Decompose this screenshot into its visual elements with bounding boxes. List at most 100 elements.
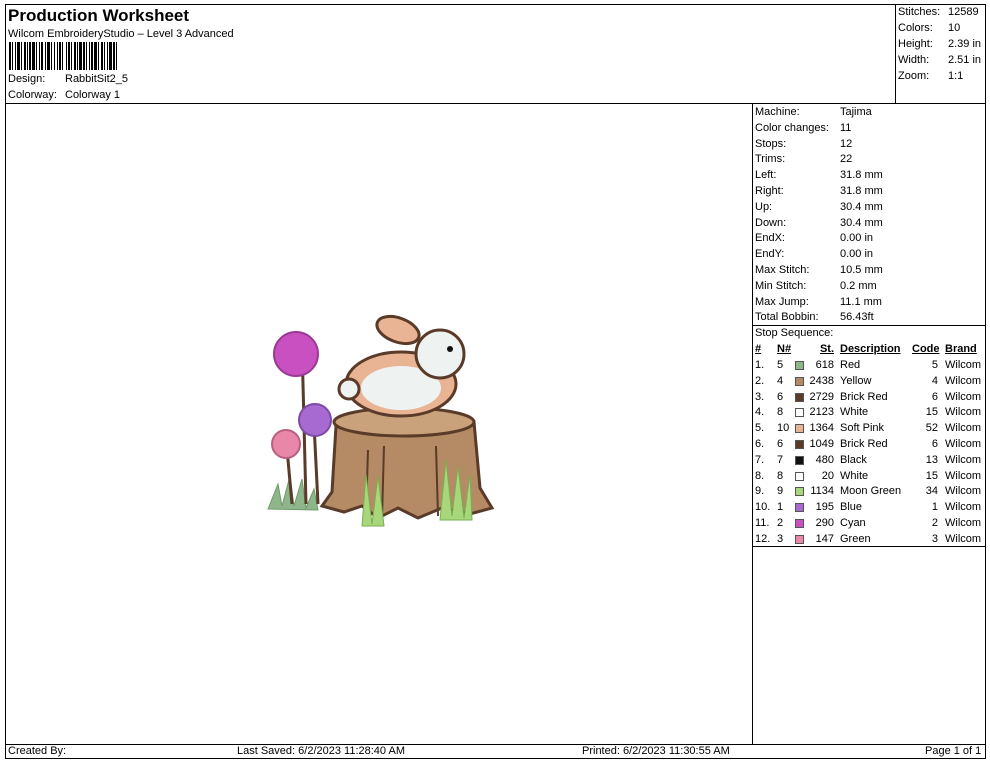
stop-brand: Wilcom	[945, 359, 982, 371]
stop-index: 7.	[755, 453, 765, 466]
stop-description: Black	[840, 453, 867, 466]
summary-divider	[895, 4, 896, 104]
stop-code: 13	[925, 453, 938, 466]
colorway-label: Colorway:	[8, 89, 57, 101]
machine-info-label: EndY:	[755, 248, 785, 261]
machine-info-label: Total Bobbin:	[755, 311, 819, 324]
machine-info-label: Stops:	[755, 137, 787, 150]
stop-index: 8.	[755, 469, 765, 482]
stop-description: Green	[840, 532, 871, 545]
machine-info-label: Down:	[755, 216, 787, 229]
printed-date: Printed: 6/2/2023 11:30:55 AM	[582, 745, 730, 757]
stop-needle: 3	[777, 532, 784, 545]
page-number: Page 1 of 1	[925, 745, 982, 757]
summary-label: Stitches:	[898, 6, 941, 18]
stop-brand: Wilcom	[945, 390, 982, 403]
colorway-value: Colorway 1	[65, 89, 121, 101]
machine-info-label: Left:	[755, 169, 777, 182]
stop-stitches: 290	[815, 517, 834, 529]
stop-description: Blue	[840, 501, 863, 514]
software-name: Wilcom EmbroideryStudio – Level 3 Advanc…	[8, 28, 234, 40]
machine-info-value: 0.2 mm	[840, 279, 877, 292]
stop-code: 34	[925, 485, 938, 498]
machine-info-value: 11	[840, 121, 852, 134]
stop-stitches: 20	[821, 469, 834, 482]
machine-info-value: 10.5 mm	[840, 264, 883, 276]
machine-info-label: Max Stitch:	[755, 264, 810, 276]
stop-brand: Wilcom	[945, 438, 982, 450]
machine-info-value: 31.8 mm	[840, 169, 883, 182]
stop-stitches: 618	[815, 359, 834, 371]
design-value: RabbitSit2_5	[65, 73, 128, 85]
stop-code: 3	[931, 532, 938, 545]
stop-stitches: 1049	[809, 438, 834, 450]
stop-brand: Wilcom	[945, 469, 982, 482]
stop-code: 52	[925, 422, 938, 435]
stop-description: Moon Green	[840, 485, 902, 498]
summary-value: 1:1	[948, 70, 964, 82]
stop-index: 4.	[755, 406, 765, 419]
stop-needle: 10	[777, 422, 790, 435]
col-header-stitches: St.	[819, 343, 834, 355]
stop-needle: 9	[777, 485, 784, 498]
summary-value: 2.39 in	[948, 38, 982, 50]
machine-info-value: 30.4 mm	[840, 216, 883, 229]
stop-brand: Wilcom	[945, 517, 982, 529]
stop-sequence-title: Stop Sequence:	[755, 327, 834, 339]
machine-info-value: 0.00 in	[840, 232, 874, 245]
stop-index: 6.	[755, 438, 765, 450]
stop-code: 4	[931, 374, 938, 387]
summary-label: Height:	[898, 38, 933, 50]
stop-description: Soft Pink	[840, 422, 885, 435]
summary-value: 2.51 in	[948, 54, 982, 66]
stop-needle: 4	[777, 374, 784, 387]
col-header-code: Code	[912, 343, 940, 355]
created-by: Created By:	[8, 745, 67, 757]
last-saved: Last Saved: 6/2/2023 11:28:40 AM	[237, 745, 405, 757]
col-header-description: Description	[840, 343, 901, 355]
stop-stitches: 480	[815, 453, 834, 466]
machine-info-label: EndX:	[755, 232, 785, 245]
stop-description: White	[840, 469, 869, 482]
stop-stitches: 2438	[809, 374, 834, 387]
summary-value: 10	[948, 22, 961, 34]
stop-code: 15	[925, 469, 938, 482]
page-title: Production Worksheet	[8, 6, 190, 25]
machine-info-value: 30.4 mm	[840, 200, 883, 213]
stop-index: 9.	[755, 485, 765, 498]
stop-stitches: 2729	[809, 390, 834, 403]
stop-code: 15	[925, 406, 938, 419]
stop-brand: Wilcom	[945, 453, 982, 466]
stop-brand: Wilcom	[945, 422, 982, 435]
stop-brand: Wilcom	[945, 501, 982, 514]
stop-table-bottom	[752, 546, 986, 547]
stop-index: 10.	[755, 501, 771, 514]
stop-index: 11.	[755, 517, 770, 529]
stop-brand: Wilcom	[945, 406, 982, 419]
machine-info-label: Max Jump:	[755, 295, 809, 308]
machine-info-value: 22	[840, 153, 853, 166]
barcode	[9, 42, 117, 70]
stop-description: Brick Red	[840, 438, 888, 450]
stop-description: Yellow	[840, 374, 872, 387]
stop-needle: 7	[777, 453, 784, 466]
stop-stitches: 147	[815, 532, 834, 545]
stop-code: 1	[931, 501, 938, 514]
stop-stitches: 195	[815, 501, 834, 514]
stop-needle: 6	[777, 438, 784, 450]
stop-description: Red	[840, 359, 861, 371]
rabbit-on-stump-embroidery	[267, 314, 495, 527]
info-panel-divider	[752, 103, 753, 744]
machine-info-label: Right:	[755, 185, 784, 197]
machine-info-label: Min Stitch:	[755, 279, 807, 292]
stop-index: 5.	[755, 422, 765, 435]
summary-label: Width:	[898, 54, 930, 66]
stop-code: 2	[931, 517, 938, 529]
machine-info-label: Machine:	[755, 106, 800, 118]
machine-info-label: Color changes:	[755, 121, 829, 134]
stop-index: 2.	[755, 374, 765, 387]
stop-brand: Wilcom	[945, 532, 982, 545]
machine-info-value: Tajima	[840, 106, 872, 118]
summary-value: 12589	[948, 6, 979, 18]
machine-info-value: 11.1 mm	[840, 295, 882, 308]
